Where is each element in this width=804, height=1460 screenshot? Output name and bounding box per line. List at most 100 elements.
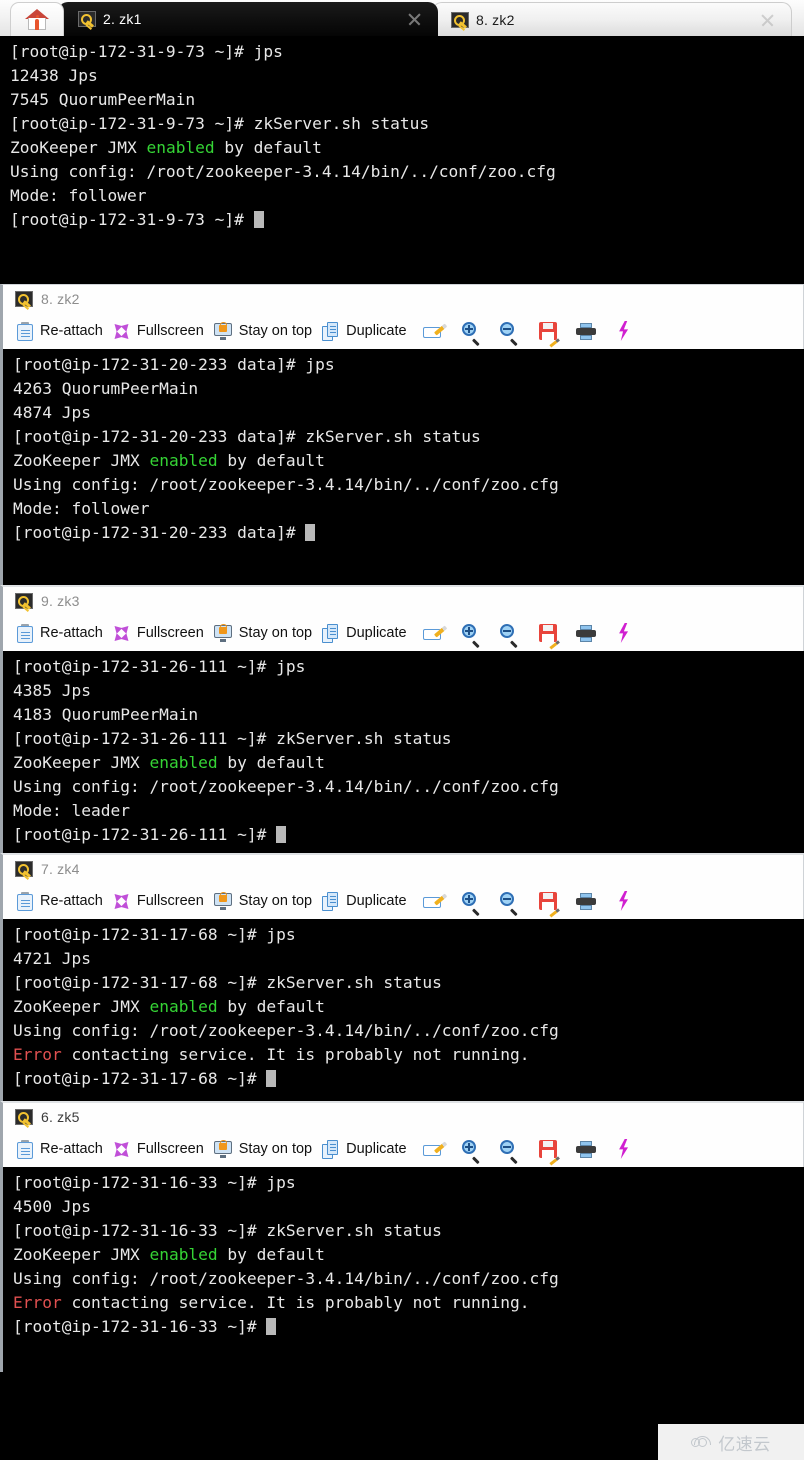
print-button[interactable] — [567, 886, 605, 916]
stay-on-top-button[interactable]: Stay on top — [212, 316, 320, 346]
panel-title-zk2: 8. zk2 — [3, 285, 803, 313]
zoom-out-icon — [500, 891, 519, 916]
fullscreen-button[interactable]: Fullscreen — [111, 886, 212, 916]
duplicate-button[interactable]: Duplicate — [320, 316, 414, 346]
key-icon — [15, 861, 33, 877]
zoom-in-button[interactable] — [453, 316, 491, 346]
reattach-label: Re-attach — [40, 625, 103, 641]
duplicate-button[interactable]: Duplicate — [320, 1134, 414, 1164]
duplicate-label: Duplicate — [346, 893, 407, 909]
rename-button[interactable] — [415, 886, 453, 916]
zoom-in-icon — [462, 321, 481, 346]
rename-button[interactable] — [415, 618, 453, 648]
zoom-out-icon — [500, 1139, 519, 1164]
lightning-button[interactable] — [605, 618, 643, 648]
save-button[interactable] — [529, 886, 567, 918]
zoom-in-icon — [462, 1139, 481, 1164]
duplicate-button[interactable]: Duplicate — [320, 886, 414, 916]
rename-icon — [422, 1140, 447, 1158]
terminal-line: 7545 QuorumPeerMain — [10, 90, 196, 109]
duplicate-button[interactable]: Duplicate — [320, 618, 414, 648]
print-icon — [575, 1140, 596, 1158]
duplicate-icon — [322, 891, 339, 911]
reattach-button[interactable]: Re-attach — [15, 886, 111, 916]
lightning-icon — [617, 321, 631, 341]
print-button[interactable] — [567, 618, 605, 648]
fullscreen-button[interactable]: Fullscreen — [111, 1134, 212, 1164]
panel-header-zk5: 6. zk5 Re-attach Fullscreen Stay on top — [0, 1101, 804, 1167]
key-icon — [451, 11, 469, 28]
zoom-out-button[interactable] — [491, 886, 529, 916]
rename-icon — [422, 892, 447, 910]
monitor-lock-icon — [213, 1139, 232, 1158]
print-icon — [575, 322, 596, 340]
terminal-line: 4500 Jps — [13, 1197, 91, 1216]
terminal-line: [root@ip-172-31-20-233 data]# zkServer.s… — [13, 427, 481, 446]
zoom-in-button[interactable] — [453, 618, 491, 648]
home-tab[interactable] — [10, 2, 64, 36]
fullscreen-button[interactable]: Fullscreen — [111, 618, 212, 648]
panel-title-text: 6. zk5 — [41, 1109, 80, 1125]
reattach-label: Re-attach — [40, 893, 103, 909]
panel-title-zk4: 7. zk4 — [3, 855, 803, 883]
terminal-cursor — [266, 1070, 277, 1087]
terminal-cursor — [253, 211, 264, 228]
terminal-zk1[interactable]: [root@ip-172-31-9-73 ~]# jps 12438 Jps 754… — [0, 36, 804, 284]
tab-zk2[interactable]: 8. zk2 — [432, 2, 792, 36]
print-icon — [575, 892, 596, 910]
terminal-line: [root@ip-172-31-9-73 ~]# — [10, 208, 804, 232]
terminal-line: 4183 QuorumPeerMain — [13, 705, 199, 724]
tab-zk1[interactable]: 2. zk1 — [58, 2, 438, 36]
panel-header-zk4: 7. zk4 Re-attach Fullscreen Stay on top — [0, 853, 804, 919]
terminal-zk2[interactable]: [root@ip-172-31-20-233 data]# jps 4263 Qu… — [0, 349, 804, 585]
print-icon — [575, 624, 596, 642]
rename-icon — [422, 624, 447, 642]
save-icon — [538, 624, 560, 650]
print-button[interactable] — [567, 1134, 605, 1164]
zoom-out-button[interactable] — [491, 1134, 529, 1164]
fullscreen-label: Fullscreen — [136, 323, 204, 339]
zoom-in-button[interactable] — [453, 886, 491, 916]
lightning-button[interactable] — [605, 316, 643, 346]
close-icon[interactable] — [760, 12, 775, 27]
terminal-zk3[interactable]: [root@ip-172-31-26-111 ~]# jps 4385 Jps 41… — [0, 651, 804, 853]
terminal-zk5[interactable]: [root@ip-172-31-16-33 ~]# jps 4500 Jps [ro… — [0, 1167, 804, 1372]
panel-header-zk3: 9. zk3 Re-attach Fullscreen Stay on top — [0, 585, 804, 651]
panel-title-zk5: 6. zk5 — [3, 1103, 803, 1131]
lightning-button[interactable] — [605, 1134, 643, 1164]
zoom-in-button[interactable] — [453, 1134, 491, 1164]
stay-on-top-button[interactable]: Stay on top — [212, 1134, 320, 1164]
terminal-cursor — [305, 524, 316, 541]
rename-button[interactable] — [415, 1134, 453, 1164]
reattach-button[interactable]: Re-attach — [15, 618, 111, 648]
save-button[interactable] — [529, 1134, 567, 1166]
terminal-zk4[interactable]: [root@ip-172-31-17-68 ~]# jps 4721 Jps [ro… — [0, 919, 804, 1101]
stay-on-top-label: Stay on top — [238, 323, 313, 339]
zoom-out-button[interactable] — [491, 316, 529, 346]
monitor-lock-icon — [213, 623, 232, 642]
close-icon[interactable] — [407, 12, 422, 27]
panel-zk2: 8. zk2 Re-attach Fullscreen Stay on top — [0, 284, 804, 585]
save-icon — [538, 1140, 560, 1166]
reattach-button[interactable]: Re-attach — [15, 1134, 111, 1164]
zoom-out-button[interactable] — [491, 618, 529, 648]
lightning-button[interactable] — [605, 886, 643, 916]
terminal-line: [root@ip-172-31-26-111 ~]# — [13, 823, 804, 847]
terminal-line: Using config: /root/zookeeper-3.4.14/bin… — [13, 777, 559, 796]
rename-button[interactable] — [415, 316, 453, 346]
clipboard-icon — [17, 1139, 33, 1159]
fullscreen-button[interactable]: Fullscreen — [111, 316, 212, 346]
save-icon — [538, 892, 560, 918]
terminal-line: Using config: /root/zookeeper-3.4.14/bin… — [10, 162, 556, 181]
stay-on-top-button[interactable]: Stay on top — [212, 886, 320, 916]
terminal-line: Error contacting service. It is probably… — [13, 1045, 530, 1064]
terminal-line: [root@ip-172-31-17-68 ~]# — [13, 1067, 804, 1091]
reattach-button[interactable]: Re-attach — [15, 316, 111, 346]
stay-on-top-button[interactable]: Stay on top — [212, 618, 320, 648]
save-button[interactable] — [529, 618, 567, 650]
duplicate-label: Duplicate — [346, 625, 407, 641]
panel-title-zk3: 9. zk3 — [3, 587, 803, 615]
save-button[interactable] — [529, 316, 567, 348]
terminal-line: [root@ip-172-31-26-111 ~]# zkServer.sh s… — [13, 729, 452, 748]
print-button[interactable] — [567, 316, 605, 346]
